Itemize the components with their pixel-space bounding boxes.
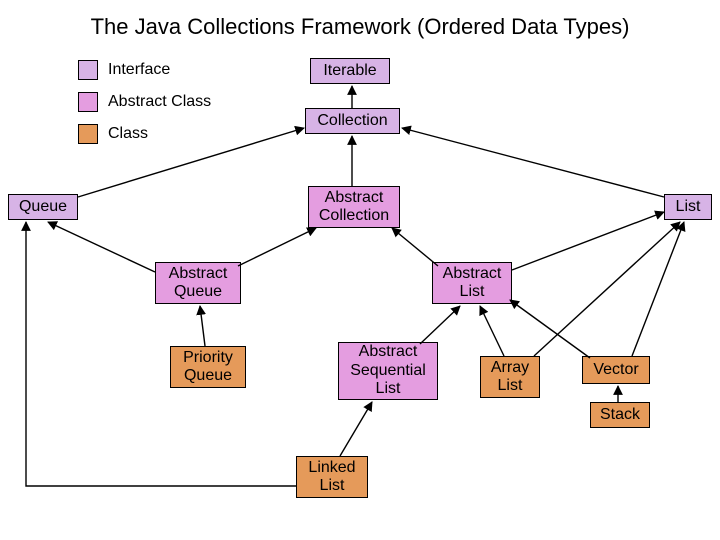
node-linked-list: LinkedList — [296, 456, 368, 498]
edge-absqueue-queue — [48, 222, 155, 272]
legend: Interface Abstract Class Class — [78, 60, 211, 156]
edge-pq-absqueue — [200, 306, 205, 346]
node-collection: Collection — [305, 108, 400, 134]
node-abstract-list: AbstractList — [432, 262, 512, 304]
legend-interface: Interface — [78, 60, 211, 80]
node-array-list: ArrayList — [480, 356, 540, 398]
legend-class-label: Class — [108, 125, 148, 143]
legend-abstract-swatch — [78, 92, 98, 112]
node-iterable: Iterable — [310, 58, 390, 84]
edge-abslist-abscoll — [392, 228, 438, 266]
node-abstract-collection: AbstractCollection — [308, 186, 400, 228]
edge-vector-list — [632, 222, 684, 356]
node-queue: Queue — [8, 194, 78, 220]
legend-abstract-label: Abstract Class — [108, 93, 211, 111]
edge-absqueue-abscoll — [238, 228, 316, 266]
edge-vector-abslist — [510, 300, 590, 358]
edge-arraylist-abslist — [480, 306, 504, 356]
edge-linkedlist-asl — [340, 402, 372, 456]
legend-interface-label: Interface — [108, 61, 170, 79]
legend-abstract: Abstract Class — [78, 92, 211, 112]
edge-asl-abslist — [420, 306, 460, 344]
node-stack: Stack — [590, 402, 650, 428]
node-priority-queue: PriorityQueue — [170, 346, 246, 388]
node-abstract-queue: AbstractQueue — [155, 262, 241, 304]
node-vector: Vector — [582, 356, 650, 384]
legend-class-swatch — [78, 124, 98, 144]
node-list: List — [664, 194, 712, 220]
edge-list-collection — [402, 128, 664, 197]
node-abstract-sequential-list: AbstractSequentialList — [338, 342, 438, 400]
legend-class: Class — [78, 124, 211, 144]
edge-arraylist-list — [534, 222, 680, 356]
edge-abslist-list — [512, 212, 664, 270]
diagram-title: The Java Collections Framework (Ordered … — [0, 14, 720, 40]
legend-interface-swatch — [78, 60, 98, 80]
